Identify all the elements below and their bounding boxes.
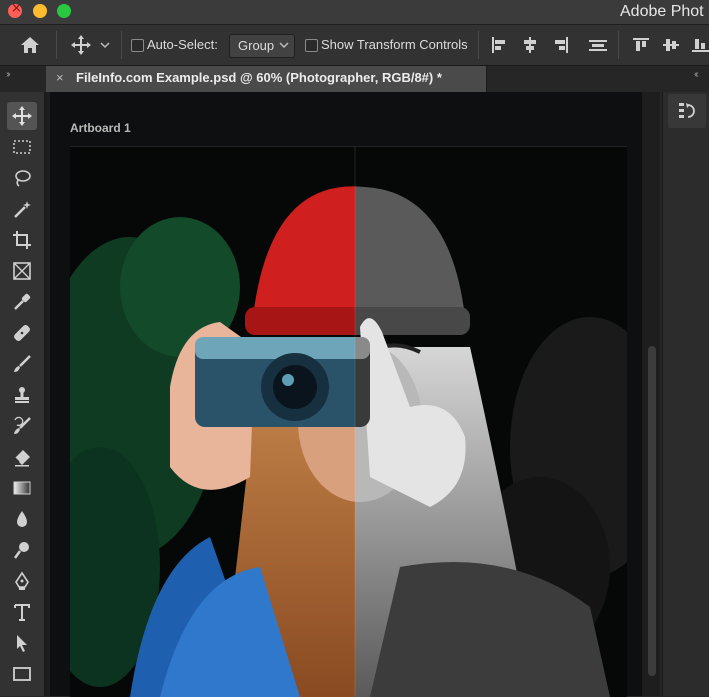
panel-collapse-icon[interactable]: ‹‹ bbox=[694, 69, 698, 80]
healing-brush-tool-button[interactable] bbox=[7, 319, 37, 347]
pen-tool-button[interactable] bbox=[7, 567, 37, 595]
home-button[interactable] bbox=[18, 34, 42, 56]
eraser-tool-button[interactable] bbox=[7, 443, 37, 471]
crop-tool-button[interactable] bbox=[7, 226, 37, 254]
rectangle-icon bbox=[13, 667, 31, 681]
drop-icon bbox=[17, 511, 27, 527]
dodge-tool-button[interactable] bbox=[7, 536, 37, 564]
separator bbox=[56, 31, 57, 59]
history-brush-icon bbox=[14, 416, 31, 434]
magic-wand-tool-button[interactable] bbox=[7, 195, 37, 223]
vertical-scrollbar-thumb[interactable] bbox=[648, 346, 656, 676]
align-left-edges-icon bbox=[492, 37, 505, 53]
dodge-icon bbox=[13, 542, 29, 559]
artboard-label[interactable]: Artboard 1 bbox=[70, 121, 131, 135]
photographer-photo bbox=[70, 147, 627, 697]
app-title: Adobe Phot bbox=[620, 3, 704, 20]
marquee-tool-button[interactable] bbox=[7, 133, 37, 161]
chevron-down-icon bbox=[279, 42, 289, 49]
gradient-tool-button[interactable] bbox=[7, 474, 37, 502]
frame-icon bbox=[13, 262, 31, 280]
auto-select-checkbox[interactable] bbox=[131, 39, 144, 52]
arrow-cursor-icon bbox=[17, 635, 27, 652]
brush-tool-button[interactable] bbox=[7, 350, 37, 378]
align-horizontal-centers-icon bbox=[524, 37, 536, 53]
lasso-tool-button[interactable] bbox=[7, 164, 37, 192]
document-tab-title: FileInfo.com Example.psd @ 60% (Photogra… bbox=[76, 70, 442, 85]
title-bar: Adobe Phot bbox=[0, 0, 709, 25]
pen-icon bbox=[15, 571, 29, 590]
minimize-window-button[interactable] bbox=[33, 4, 47, 18]
history-brush-tool-button[interactable] bbox=[7, 412, 37, 440]
lasso-icon bbox=[15, 170, 31, 187]
eyedropper-icon bbox=[14, 293, 31, 310]
chevron-down-icon bbox=[100, 42, 110, 49]
stamp-icon bbox=[15, 387, 29, 403]
path-selection-tool-button[interactable] bbox=[7, 629, 37, 657]
toolbar-collapse-icon[interactable]: ›› bbox=[6, 69, 10, 80]
show-transform-controls-label: Show Transform Controls bbox=[321, 37, 468, 52]
align-vertical-centers-button[interactable] bbox=[662, 36, 680, 59]
auto-select-label: Auto-Select: bbox=[147, 37, 218, 52]
separator bbox=[618, 31, 619, 59]
distribute-icon bbox=[589, 40, 607, 51]
distribute-button[interactable] bbox=[588, 36, 608, 59]
zoom-window-button[interactable] bbox=[57, 4, 71, 18]
gradient-icon bbox=[13, 481, 31, 495]
align-right-edges-button[interactable] bbox=[552, 36, 570, 59]
crop-icon bbox=[13, 231, 31, 249]
type-icon bbox=[14, 604, 30, 621]
tools-panel bbox=[0, 92, 45, 696]
eraser-icon bbox=[14, 450, 30, 467]
rectangular-marquee-icon bbox=[13, 140, 31, 154]
blur-tool-button[interactable] bbox=[7, 505, 37, 533]
align-vertical-centers-icon bbox=[663, 39, 679, 51]
eyedropper-tool-button[interactable] bbox=[7, 288, 37, 316]
history-panel-icon bbox=[679, 103, 695, 118]
bandage-icon bbox=[14, 325, 30, 341]
move-tool-icon bbox=[12, 106, 32, 126]
artboard-image[interactable] bbox=[70, 146, 627, 697]
align-horizontal-centers-button[interactable] bbox=[521, 36, 539, 59]
frame-tool-button[interactable] bbox=[7, 257, 37, 285]
align-bottom-edges-button[interactable] bbox=[692, 36, 709, 59]
auto-select-target-dropdown[interactable]: Group bbox=[229, 34, 295, 58]
clone-stamp-tool-button[interactable] bbox=[7, 381, 37, 409]
history-panel-button[interactable] bbox=[668, 94, 706, 128]
rectangle-tool-button[interactable] bbox=[7, 660, 37, 688]
align-right-edges-icon bbox=[555, 37, 568, 53]
separator bbox=[121, 31, 122, 59]
align-bottom-edges-icon bbox=[692, 39, 709, 52]
close-document-icon[interactable]: × bbox=[56, 70, 64, 85]
type-tool-button[interactable] bbox=[7, 598, 37, 626]
align-top-edges-button[interactable] bbox=[632, 36, 650, 59]
close-window-button[interactable] bbox=[8, 1, 22, 18]
home-icon bbox=[21, 37, 39, 53]
brush-icon bbox=[14, 355, 31, 372]
move-tool-icon bbox=[71, 35, 91, 55]
align-left-edges-button[interactable] bbox=[490, 36, 508, 59]
separator bbox=[478, 31, 479, 59]
tool-preset-picker[interactable] bbox=[70, 34, 114, 56]
right-panel-dock bbox=[662, 92, 709, 696]
document-tab[interactable]: × FileInfo.com Example.psd @ 60% (Photog… bbox=[46, 66, 487, 92]
magic-wand-icon bbox=[14, 201, 31, 218]
show-transform-controls-checkbox[interactable] bbox=[305, 39, 318, 52]
options-bar: Auto-Select: Group Show Transform Contro… bbox=[0, 25, 709, 66]
align-top-edges-icon bbox=[633, 38, 649, 51]
auto-select-target-value: Group bbox=[238, 38, 275, 53]
move-tool-button[interactable] bbox=[7, 102, 37, 130]
